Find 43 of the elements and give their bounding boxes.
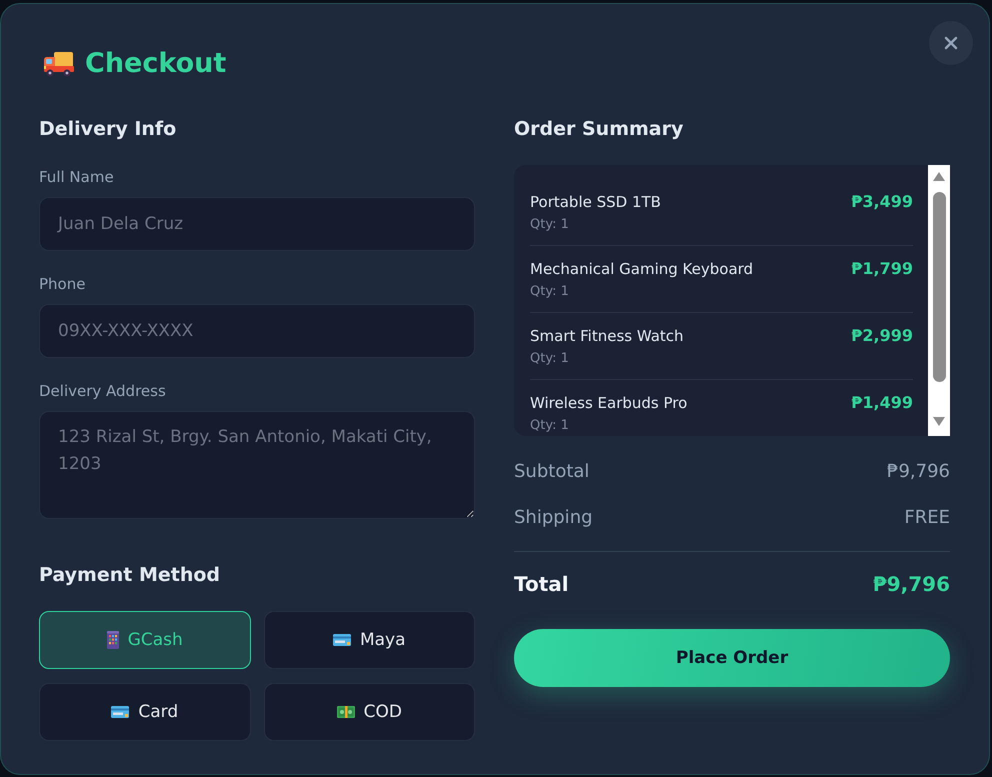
item-price: ₱1,499 xyxy=(851,393,913,413)
item-name: Mechanical Gaming Keyboard xyxy=(530,259,754,279)
item-quantity: Qty: 1 xyxy=(530,217,570,233)
summary-label: Shipping xyxy=(514,506,593,530)
field-label: Full Name xyxy=(39,167,115,187)
phone-icon xyxy=(106,631,119,649)
scroll-up-icon[interactable] xyxy=(933,172,945,181)
item-name: Portable SSD 1TB xyxy=(530,192,661,212)
payment-option[interactable]: COD xyxy=(264,683,475,741)
payment-option[interactable]: Card xyxy=(39,683,250,741)
scrollbar-thumb[interactable] xyxy=(932,192,946,382)
banknote-icon xyxy=(336,706,355,718)
close-icon xyxy=(944,36,958,50)
item-quantity: Qty: 1 xyxy=(530,418,570,434)
credit-card-icon xyxy=(332,634,351,646)
item-quantity: Qty: 1 xyxy=(530,351,570,367)
item-quantity: Qty: 1 xyxy=(530,284,570,300)
close-button[interactable] xyxy=(929,21,973,65)
summary-value: FREE xyxy=(904,506,950,530)
summary-label: Subtotal xyxy=(514,460,590,484)
section-heading: Delivery Info xyxy=(39,117,178,141)
item-name: Wireless Earbuds Pro xyxy=(530,393,688,413)
item-price: ₱2,999 xyxy=(851,326,913,346)
text-input-field[interactable]: Juan Dela Cruz xyxy=(39,197,475,251)
scroll-down-icon[interactable] xyxy=(933,417,945,426)
truck-icon xyxy=(43,51,74,77)
item-price: ₱3,499 xyxy=(851,192,913,212)
section-heading: Order Summary xyxy=(514,117,684,141)
text-input-field[interactable]: 09XX-XXX-XXXX xyxy=(39,304,475,358)
item-name: Smart Fitness Watch xyxy=(530,326,684,346)
field-label: Phone xyxy=(39,274,86,294)
item-price: ₱1,799 xyxy=(851,259,913,279)
field-label: Delivery Address xyxy=(39,381,167,401)
dialog-title: Checkout xyxy=(85,47,226,81)
summary-value: ₱9,796 xyxy=(887,460,950,484)
payment-option[interactable]: Maya xyxy=(264,611,475,669)
summary-label: Total xyxy=(514,572,569,596)
summary-value: ₱9,796 xyxy=(872,572,950,596)
address-text-area[interactable]: 123 Rizal St, Brgy. San Antonio, Makati City, 1203 xyxy=(39,411,475,519)
payment-option[interactable]: GCash xyxy=(39,611,250,669)
credit-card-icon xyxy=(111,706,130,718)
place-order-button[interactable]: Place Order xyxy=(514,629,950,687)
section-heading: Payment Method xyxy=(39,563,222,587)
